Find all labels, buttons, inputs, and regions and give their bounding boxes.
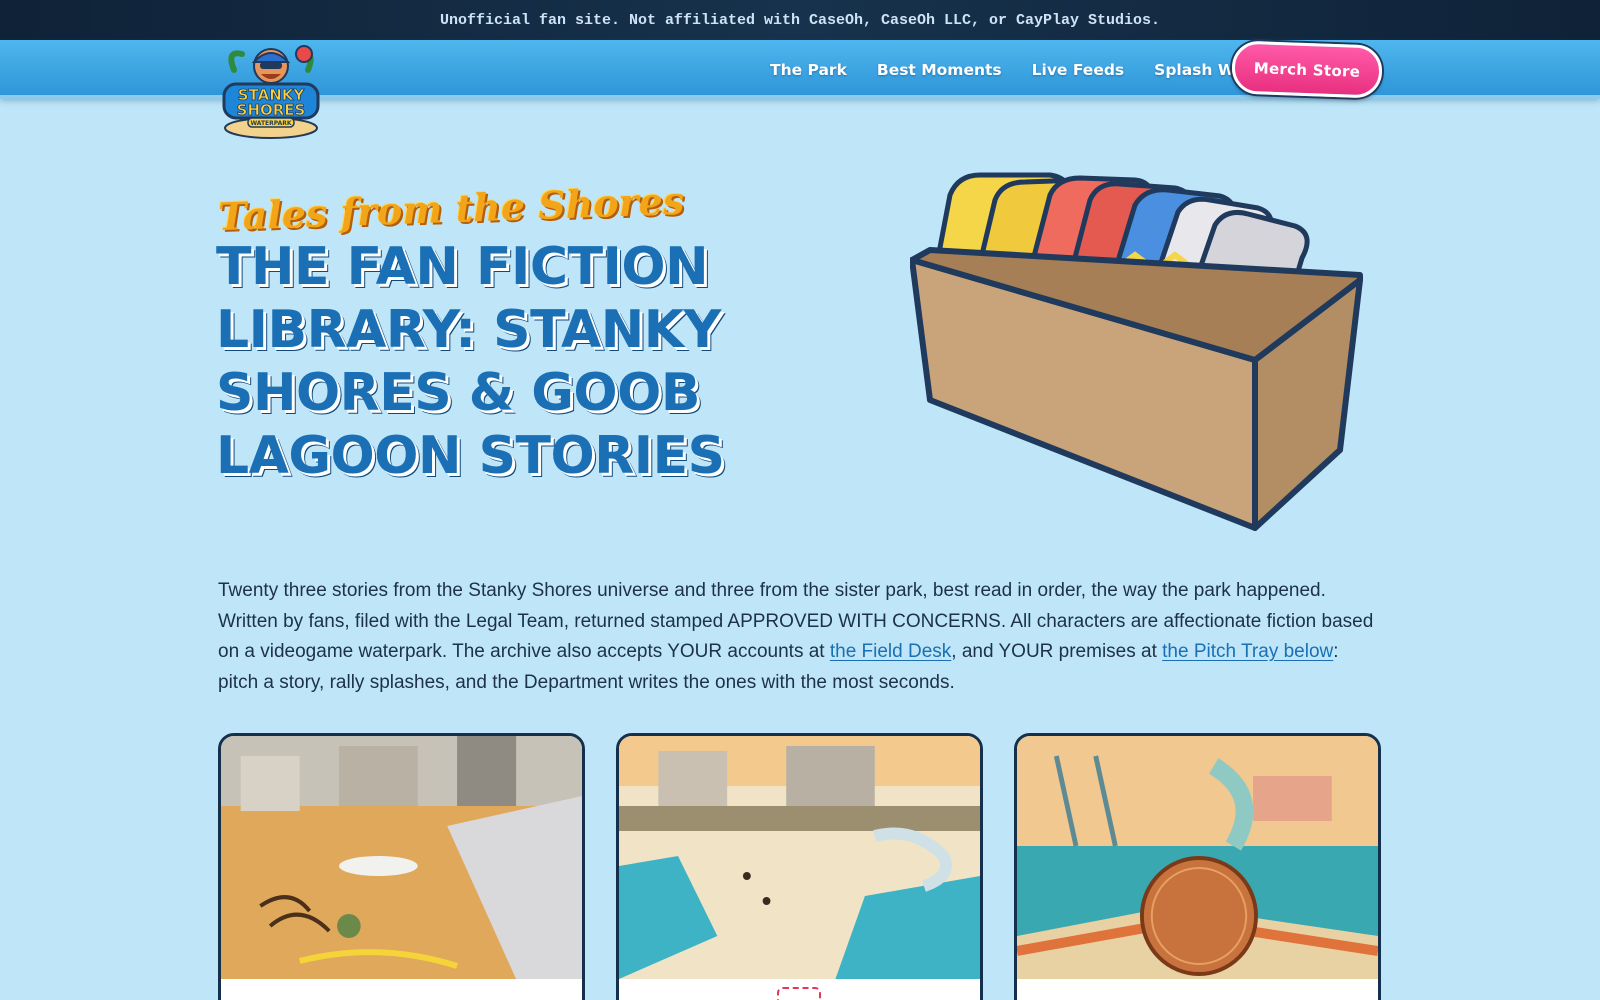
card-footer: [619, 979, 980, 1000]
nav-link-live-feeds[interactable]: Live Feeds: [1032, 61, 1125, 79]
story-card-grid: [218, 733, 1383, 1000]
logo-line3: WATERPARK: [250, 120, 291, 127]
logo-line2: SHORES: [237, 101, 306, 119]
merch-store-button[interactable]: Merch Store: [1231, 40, 1383, 99]
folder-box-illustration: [909, 150, 1390, 540]
intro-text-2: , and YOUR premises at: [951, 641, 1163, 662]
story-card[interactable]: [218, 733, 585, 1000]
beach-pools-image: [619, 736, 980, 979]
stamp-badge: [777, 987, 821, 1000]
disclaimer-banner: Unofficial fan site. Not affiliated with…: [0, 0, 1600, 40]
field-desk-link[interactable]: the Field Desk: [830, 641, 951, 662]
story-card[interactable]: [616, 733, 983, 1000]
nav-link-best-moments[interactable]: Best Moments: [877, 61, 1002, 79]
pitch-tray-link[interactable]: the Pitch Tray below: [1162, 641, 1333, 662]
sandy-courtyard-image: [221, 736, 582, 979]
main-nav: The Park Best Moments Live Feeds Splash …: [770, 40, 1285, 99]
site-logo[interactable]: STANKY SHORES WATERPARK: [216, 40, 326, 140]
story-card[interactable]: [1014, 733, 1381, 1000]
page-title: The Fan Fiction Library: Stanky Shores &…: [216, 237, 725, 486]
hero-kicker: Tales from the Shores: [217, 177, 685, 240]
nav-link-the-park[interactable]: The Park: [770, 61, 847, 79]
intro-paragraph: Twenty three stories from the Stanky Sho…: [218, 576, 1383, 698]
penny-towel-image: [1017, 736, 1378, 979]
